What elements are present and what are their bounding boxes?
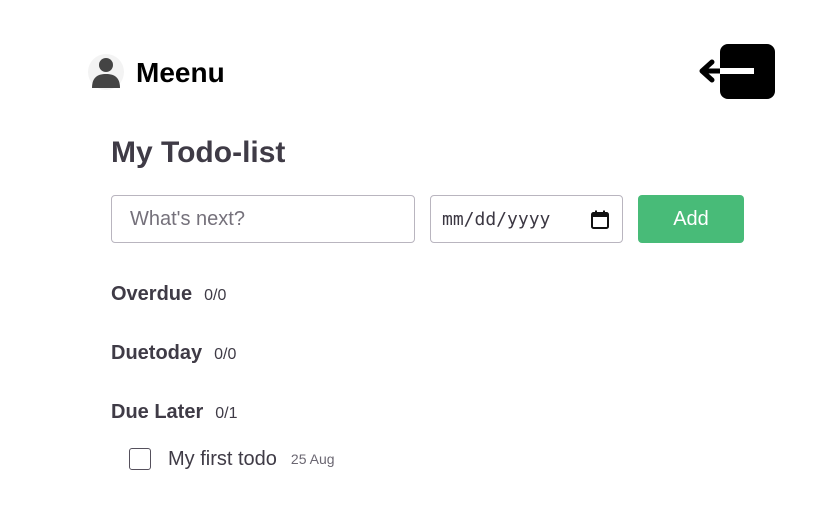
person-icon <box>88 54 124 90</box>
section-title: Duetoday <box>111 342 203 364</box>
logout-arrow-icon <box>699 44 775 99</box>
todo-checkbox[interactable] <box>129 448 151 470</box>
todo-text-input[interactable] <box>111 195 415 243</box>
section-title: Overdue <box>111 283 193 305</box>
section-count: 0/1 <box>215 405 238 422</box>
app-header: Meenu <box>0 0 832 110</box>
user-name: Meenu <box>136 57 225 88</box>
section-overdue: Overdue 0/0 <box>111 283 226 306</box>
section-count: 0/0 <box>214 346 237 363</box>
todo-page: Meenu My Todo-list mm/dd/yyyy Add Overdu… <box>0 0 832 511</box>
due-date-input[interactable]: mm/dd/yyyy <box>430 195 623 243</box>
todo-due-date: 25 Aug <box>290 451 335 467</box>
logout-button[interactable] <box>698 44 778 100</box>
section-title: Due Later <box>111 401 204 423</box>
section-count: 0/0 <box>204 287 227 304</box>
add-button[interactable]: Add <box>638 195 744 243</box>
list-item: My first todo 25 Aug <box>129 447 335 471</box>
section-due-later: Due Later 0/1 <box>111 401 238 424</box>
section-due-today: Duetoday 0/0 <box>111 342 236 365</box>
calendar-icon[interactable] <box>590 210 610 230</box>
todo-text: My first todo <box>168 447 277 470</box>
date-placeholder: mm/dd/yyyy <box>442 209 551 230</box>
page-title: My Todo-list <box>111 136 286 169</box>
